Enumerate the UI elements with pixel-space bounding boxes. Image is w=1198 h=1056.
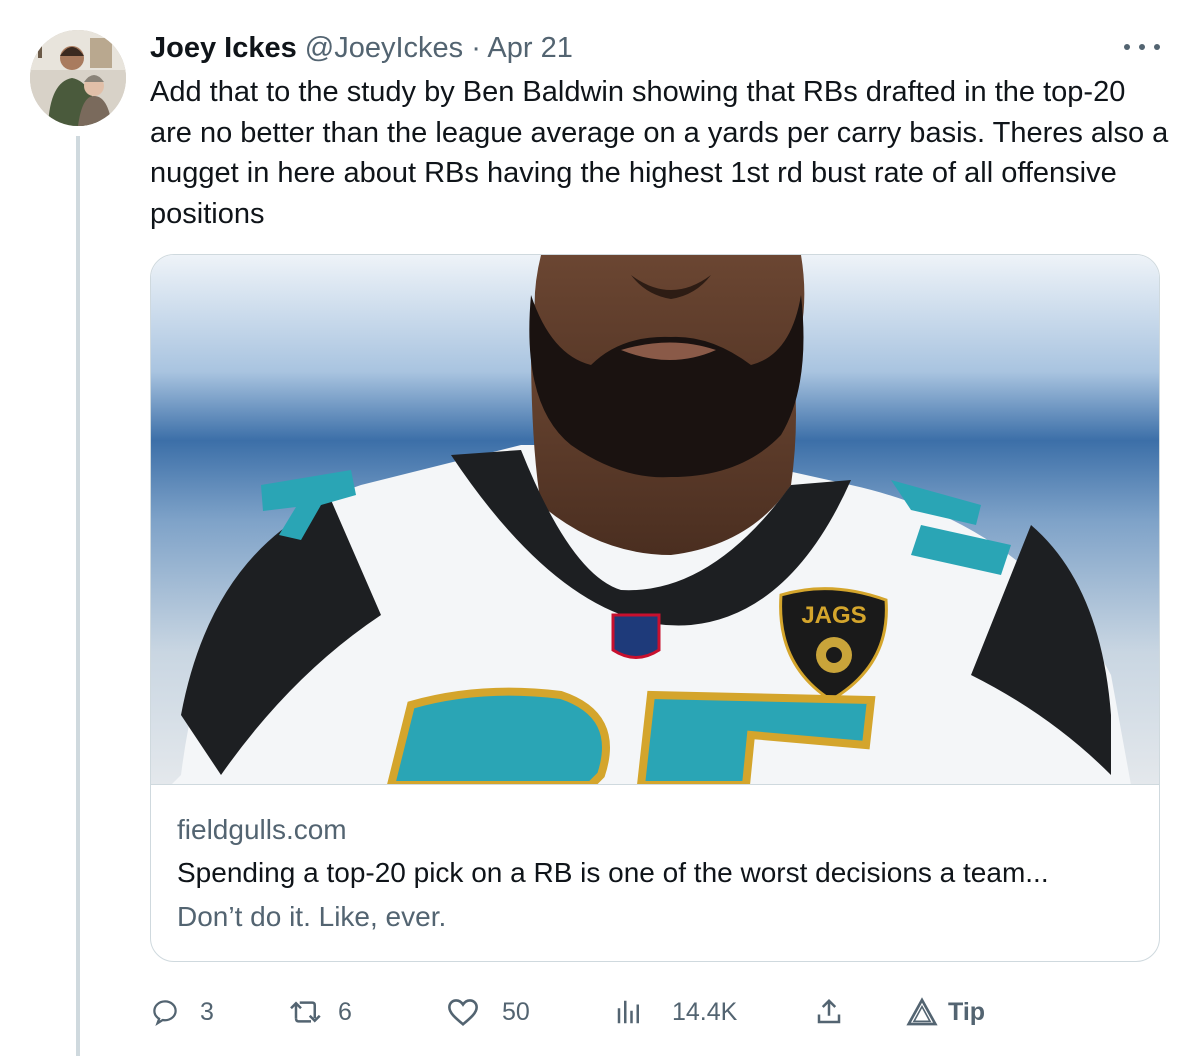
retweet-button[interactable]: 6	[288, 990, 352, 1034]
card-title[interactable]: Spending a top-20 pick on a RB is one of…	[177, 855, 1137, 891]
views-button[interactable]: 14.4K	[614, 990, 737, 1034]
like-button[interactable]: 50	[446, 990, 530, 1034]
author-name[interactable]: Joey Ickes	[150, 32, 297, 64]
tweet-timestamp[interactable]: Apr 21	[487, 32, 572, 64]
author-handle[interactable]: @JoeyIckes	[305, 32, 463, 64]
share-button[interactable]	[814, 990, 844, 1034]
tip-button[interactable]: Tip	[906, 990, 985, 1034]
views-count: 14.4K	[672, 997, 738, 1026]
tweet-text: Add that to the study by Ben Baldwin sho…	[150, 76, 1169, 230]
avatar-photo	[30, 30, 126, 126]
like-count: 50	[502, 997, 530, 1026]
card-image[interactable]: JAGS	[151, 255, 1159, 785]
reply-count: 3	[200, 997, 214, 1026]
card-description: Don’t do it. Like, ever.	[177, 901, 447, 932]
heart-icon	[448, 999, 478, 1026]
reply-button[interactable]: 3	[150, 990, 214, 1034]
reply-icon	[153, 1000, 177, 1026]
card-domain[interactable]: fieldgulls.com	[177, 812, 347, 848]
jags-patch-text: JAGS	[801, 602, 866, 629]
more-options-icon[interactable]	[1124, 34, 1160, 60]
retweet-count: 6	[338, 997, 352, 1026]
football-player-photo: JAGS	[151, 255, 1159, 784]
tweet-action-bar: 3 6 50 14.4K Tip	[150, 990, 1160, 1034]
tweet-header: Joey Ickes @JoeyIckes · Apr 21	[150, 30, 573, 66]
tip-label: Tip	[948, 997, 986, 1026]
retweet-icon	[290, 1001, 321, 1023]
header-separator: ·	[471, 32, 481, 64]
link-preview-card[interactable]: JAGS fieldgulls.com Spending a top-20 pi…	[150, 254, 1160, 962]
views-chart-icon	[617, 1000, 639, 1024]
thread-connector-line	[76, 136, 80, 1056]
tip-icon	[906, 997, 938, 1026]
author-avatar[interactable]	[30, 30, 126, 126]
share-icon	[817, 998, 841, 1024]
